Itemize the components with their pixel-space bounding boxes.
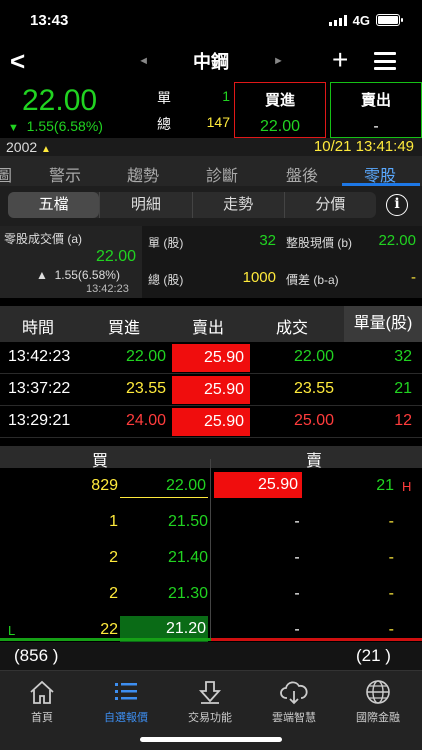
trade-icon bbox=[198, 681, 222, 704]
price-diff-value: - bbox=[411, 269, 416, 286]
segmented-control: 五檔 明細 走勢 分價 bbox=[8, 192, 376, 218]
status-time: 13:43 bbox=[30, 11, 69, 29]
main-tabs: 圖 警示 趨勢 診斷 盤後 零股 bbox=[0, 156, 422, 186]
orderbook-header: 買 賣 bbox=[0, 446, 422, 470]
status-bar: 13:43 4G bbox=[0, 0, 422, 40]
home-icon bbox=[30, 680, 54, 704]
tab-home[interactable]: 首頁 bbox=[0, 679, 84, 725]
bid-ask-ratio-bar bbox=[0, 638, 422, 641]
whole-price-label: 整股現價 (b) bbox=[286, 236, 353, 250]
low-flag: L bbox=[8, 623, 16, 638]
tab-global[interactable]: 國際金融 bbox=[336, 679, 420, 725]
menu-icon[interactable] bbox=[374, 52, 396, 70]
single-volume-value: 1 bbox=[222, 88, 230, 104]
battery-icon bbox=[376, 14, 403, 26]
col-volume-sort[interactable]: 單量(股) bbox=[344, 306, 422, 342]
orderbook-row: 2 21.30 - - bbox=[0, 576, 422, 612]
buy-button[interactable]: 買進 22.00 bbox=[234, 82, 326, 138]
last-price: 22.00 bbox=[22, 84, 98, 117]
col-time: 時間 bbox=[22, 320, 55, 337]
trades-header: 時間 買進 賣出 成交 單量(股) bbox=[0, 306, 422, 342]
seg-price-distribution[interactable]: 分價 bbox=[283, 192, 376, 218]
next-stock-arrow-icon[interactable]: ► bbox=[273, 55, 284, 67]
tab-chart[interactable]: 圖 bbox=[0, 162, 12, 186]
orderbook-totals: (856 ) (21 ) bbox=[0, 642, 422, 670]
info-subbar: 2002 ▲ 10/21 13:41:49 bbox=[0, 138, 422, 156]
trade-row: 13:37:22 23.55 25.90 23.55 21 bbox=[0, 374, 422, 406]
total-volume-value: 147 bbox=[206, 114, 230, 130]
odd-price-label: 零股成交價 (a) bbox=[4, 232, 83, 246]
cloud-icon bbox=[280, 681, 308, 705]
col-deal: 成交 bbox=[276, 320, 309, 337]
nav-bar: < ◄ 中鋼 ► + bbox=[0, 40, 422, 82]
signal-icon bbox=[328, 14, 347, 26]
up-triangle-icon: ▲ bbox=[36, 268, 48, 282]
info-icon[interactable]: i bbox=[386, 194, 408, 216]
odd-total-label: 總 (股) bbox=[148, 273, 184, 287]
tab-alert[interactable]: 警示 bbox=[49, 162, 81, 186]
stock-title: 中鋼 bbox=[193, 52, 229, 72]
prev-stock-arrow-icon[interactable]: ◄ bbox=[138, 55, 149, 67]
orderbook-row: 1 21.50 - - bbox=[0, 504, 422, 540]
high-flag: H bbox=[402, 479, 412, 494]
tab-diagnosis[interactable]: 診斷 bbox=[206, 162, 238, 186]
stock-code[interactable]: 2002 ▲ bbox=[6, 139, 51, 155]
odd-unit-label: 單 (股) bbox=[148, 236, 184, 250]
network-label: 4G bbox=[352, 12, 370, 28]
list-icon bbox=[115, 683, 137, 700]
globe-icon bbox=[366, 680, 390, 704]
odd-unit-value: 32 bbox=[259, 232, 276, 249]
tab-after-hours[interactable]: 盤後 bbox=[286, 162, 318, 186]
add-icon[interactable]: + bbox=[332, 46, 348, 74]
sell-button[interactable]: 賣出 - bbox=[330, 82, 422, 138]
bid-total: (856 ) bbox=[14, 646, 59, 665]
trade-row: 13:29:21 24.00 25.90 25.00 12 bbox=[0, 406, 422, 438]
quote-datetime: 10/21 13:41:49 bbox=[313, 138, 414, 155]
up-down-arrow-icon: ▲ bbox=[41, 144, 51, 155]
odd-price-time: 13:42:23 bbox=[86, 283, 129, 295]
down-triangle-icon: ▼ bbox=[8, 122, 19, 134]
total-volume-label: 總 bbox=[157, 116, 171, 132]
seg-five-levels[interactable]: 五檔 bbox=[8, 192, 100, 218]
tab-trend[interactable]: 趨勢 bbox=[127, 162, 159, 186]
col-bid: 買進 bbox=[108, 320, 141, 337]
single-volume-label: 單 bbox=[157, 90, 171, 106]
orderbook-divider bbox=[210, 459, 211, 639]
trade-row: 13:42:23 22.00 25.90 22.00 32 bbox=[0, 342, 422, 374]
orderbook-row: 2 21.40 - - bbox=[0, 540, 422, 576]
home-indicator bbox=[140, 737, 282, 742]
price-diff-label: 價差 (b-a) bbox=[286, 273, 339, 287]
col-ask: 賣出 bbox=[192, 320, 225, 337]
seg-trend[interactable]: 走勢 bbox=[191, 192, 284, 218]
tab-trade[interactable]: 交易功能 bbox=[168, 679, 252, 725]
odd-total-value: 1000 bbox=[242, 269, 276, 286]
whole-price-value: 22.00 bbox=[378, 232, 416, 249]
odd-lot-summary: 零股成交價 (a) 22.00 ▲ 1.55(6.58%) 13:42:23 單… bbox=[0, 226, 422, 298]
odd-price-change: ▲ 1.55(6.58%) bbox=[36, 268, 120, 282]
sub-tabs-bar: 五檔 明細 走勢 分價 i bbox=[0, 186, 422, 226]
tab-cloud[interactable]: 雲端智慧 bbox=[252, 679, 336, 725]
odd-price-value: 22.00 bbox=[95, 248, 136, 265]
orderbook-row: 829 22.00 25.90 21 H bbox=[0, 468, 422, 504]
quote-panel: 22.00 ▼ 1.55(6.58%) 單 1 總 147 買進 22.00 賣… bbox=[0, 82, 422, 138]
tab-watchlist[interactable]: 自選報價 bbox=[84, 679, 168, 725]
price-change: ▼ 1.55(6.58%) bbox=[8, 118, 103, 134]
ask-total: (21 ) bbox=[356, 646, 391, 665]
seg-detail[interactable]: 明細 bbox=[99, 192, 191, 218]
